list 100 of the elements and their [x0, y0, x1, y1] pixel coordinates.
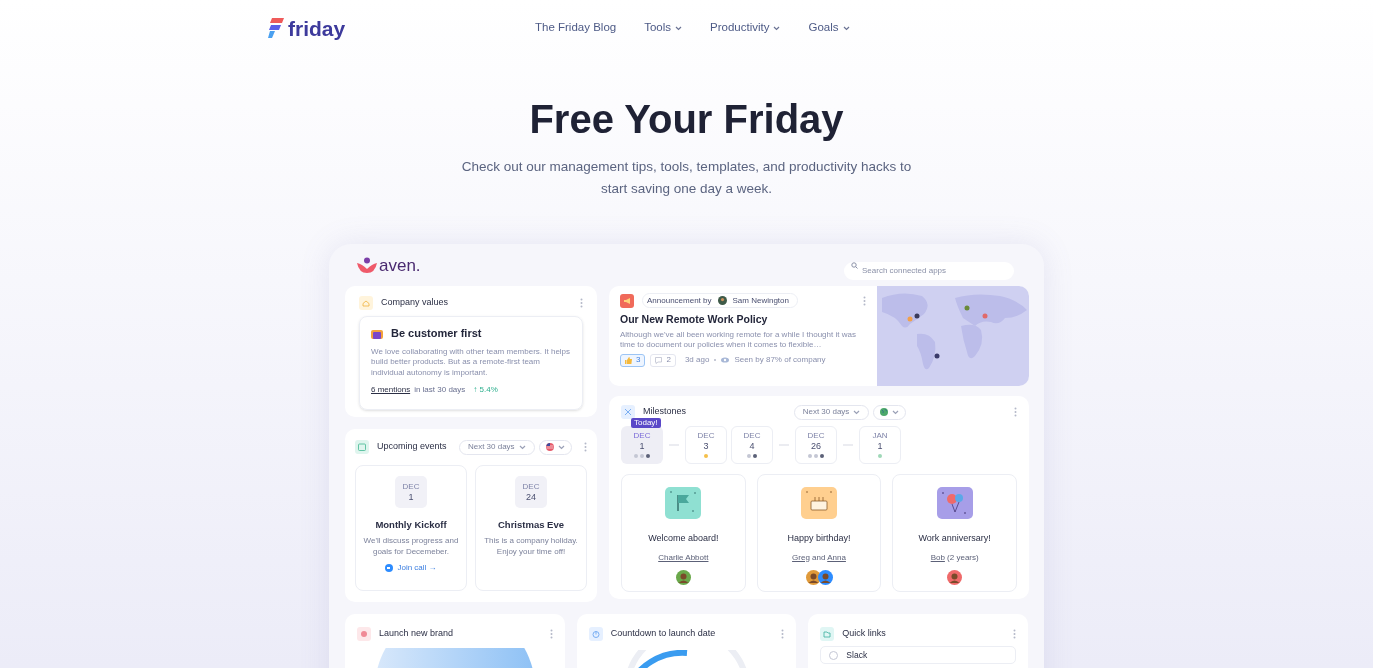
- month-label: DEC: [402, 482, 420, 491]
- cake-drawing: [801, 487, 837, 519]
- date-filter-dropdown[interactable]: Next 30 days: [458, 439, 535, 455]
- quick-link[interactable]: Slack: [820, 646, 1016, 664]
- post-time: 3d ago: [684, 354, 710, 367]
- target-icon: [357, 627, 371, 641]
- announcement-excerpt: Although we've all been working remote for a while I thought it was time to document our policies when it comes to flexible…: [620, 329, 857, 350]
- globe-icon: [880, 408, 889, 416]
- month-label: JAN: [872, 432, 888, 440]
- milestone-people: Bob (2 years): [930, 551, 979, 564]
- more-icon[interactable]: [584, 442, 587, 452]
- day-number: 24: [526, 492, 536, 502]
- more-icon[interactable]: [781, 629, 785, 639]
- more-icon[interactable]: [580, 298, 583, 308]
- event-description: This is a company holiday. Enjoy your time off!: [483, 536, 579, 558]
- avatar-icon: [717, 296, 727, 305]
- avatar-icon: [817, 569, 833, 585]
- more-icon[interactable]: [1014, 407, 1017, 417]
- chevron-down-icon: [557, 444, 565, 450]
- region-dropdown[interactable]: [873, 404, 907, 420]
- search-field[interactable]: Search connected apps: [844, 261, 1014, 280]
- link-icon: [829, 650, 839, 660]
- avatar-icon: [947, 569, 963, 585]
- card-title: Upcoming events: [377, 440, 447, 454]
- person-link[interactable]: Bob: [930, 552, 945, 562]
- timer-icon: [588, 627, 603, 641]
- nav-link[interactable]: The Friday Blog: [535, 19, 617, 37]
- megaphone-icon: [620, 293, 634, 308]
- comment-icon: [655, 356, 663, 364]
- nav-link[interactable]: Goals: [808, 19, 850, 37]
- flag-drawing: [665, 487, 702, 519]
- region-dropdown[interactable]: [538, 439, 572, 455]
- mentions-link[interactable]: 6 mentions: [371, 384, 411, 396]
- chevron-down-icon: [518, 444, 526, 450]
- nav-link[interactable]: Tools: [644, 19, 683, 37]
- day-number: 1: [408, 492, 414, 502]
- chevron-down-icon: [892, 409, 900, 415]
- more-icon[interactable]: [863, 295, 866, 306]
- bullet-icon: [714, 359, 717, 362]
- chevron-down-icon: [675, 25, 683, 31]
- date-chip[interactable]: DEC 26: [795, 426, 837, 464]
- person-link[interactable]: Charlie Abbott: [658, 552, 709, 562]
- avatar-icon: [805, 569, 821, 585]
- hero-subtitle: Check out our management tips, tools, templates, and productivity hacks to start saving one day a week.: [460, 158, 913, 198]
- month-label: DEC: [633, 432, 651, 440]
- logo-mark-icon: [357, 257, 377, 273]
- trend-change: ↑ 5.4%: [473, 384, 498, 396]
- card-title: Company values: [381, 296, 449, 310]
- thumbs-up-icon: [625, 356, 632, 364]
- logo-mark-icon: [268, 18, 284, 38]
- milestone-icon: [621, 405, 635, 419]
- chevron-down-icon: [853, 409, 861, 415]
- date-chip[interactable]: DEC 3: [685, 426, 727, 464]
- author-name: Sam Newington: [732, 294, 789, 307]
- milestone-title: Happy birthday!: [787, 532, 851, 545]
- logo-text[interactable]: friday: [288, 17, 346, 39]
- balloons-drawing: [936, 487, 973, 519]
- date-chip[interactable]: JAN 1: [859, 426, 901, 464]
- nav-link[interactable]: Productivity: [710, 19, 781, 37]
- briefcase-icon: [371, 327, 383, 339]
- value-title: Be customer first: [391, 326, 482, 341]
- value-description: We love collaborating with other team members. It helps build better products. But as a remote-first team individual autonomy is important.: [371, 346, 571, 378]
- reaction-button[interactable]: 3: [620, 353, 646, 367]
- calendar-icon: [355, 440, 369, 454]
- month-label: DEC: [697, 432, 715, 440]
- flag-icon: [545, 443, 554, 451]
- person-link[interactable]: Greg: [792, 552, 810, 562]
- mentions-period: in last 30 days: [414, 384, 466, 396]
- event-description: We'll discuss progress and goals for Decemeber.: [362, 536, 460, 558]
- person-link[interactable]: Anna: [827, 552, 846, 562]
- day-number: 1: [877, 442, 883, 451]
- milestone-title: Welcome aboard!: [648, 532, 719, 545]
- card-title: Launch new brand: [379, 627, 454, 641]
- date-chip[interactable]: DEC 4: [731, 426, 773, 464]
- announcement-label: Announcement by: [646, 294, 712, 307]
- card-title: Countdown to launch date: [610, 627, 716, 641]
- hero-title: Free Your Friday: [528, 96, 845, 142]
- month-label: DEC: [743, 432, 761, 440]
- card-title: Quick links: [842, 627, 886, 641]
- month-label: DEC: [807, 432, 825, 440]
- event-title: Monthly Kickoff: [375, 518, 447, 532]
- day-number: 26: [811, 442, 821, 451]
- date-filter-dropdown[interactable]: Next 30 days: [793, 404, 870, 420]
- milestone-title: Work anniversary!: [918, 532, 991, 545]
- day-number: 3: [703, 442, 709, 451]
- more-icon[interactable]: [549, 629, 553, 639]
- join-call-link[interactable]: Join call →: [385, 562, 437, 575]
- chevron-down-icon: [773, 25, 781, 31]
- card-title: Milestones: [643, 405, 687, 419]
- today-badge: Today!: [631, 418, 661, 428]
- logo-text: aven.: [379, 256, 421, 274]
- home-icon: [359, 296, 373, 310]
- more-icon[interactable]: [1013, 629, 1016, 639]
- eye-icon: [721, 357, 730, 364]
- seen-by-text: Seen by 87% of company: [734, 354, 826, 367]
- search-icon: [851, 261, 858, 269]
- month-label: DEC: [522, 482, 540, 491]
- milestone-people: Greg and Anna: [792, 551, 846, 564]
- announcement-title: Our New Remote Work Policy: [620, 312, 769, 327]
- date-chip[interactable]: DEC 1: [621, 426, 663, 464]
